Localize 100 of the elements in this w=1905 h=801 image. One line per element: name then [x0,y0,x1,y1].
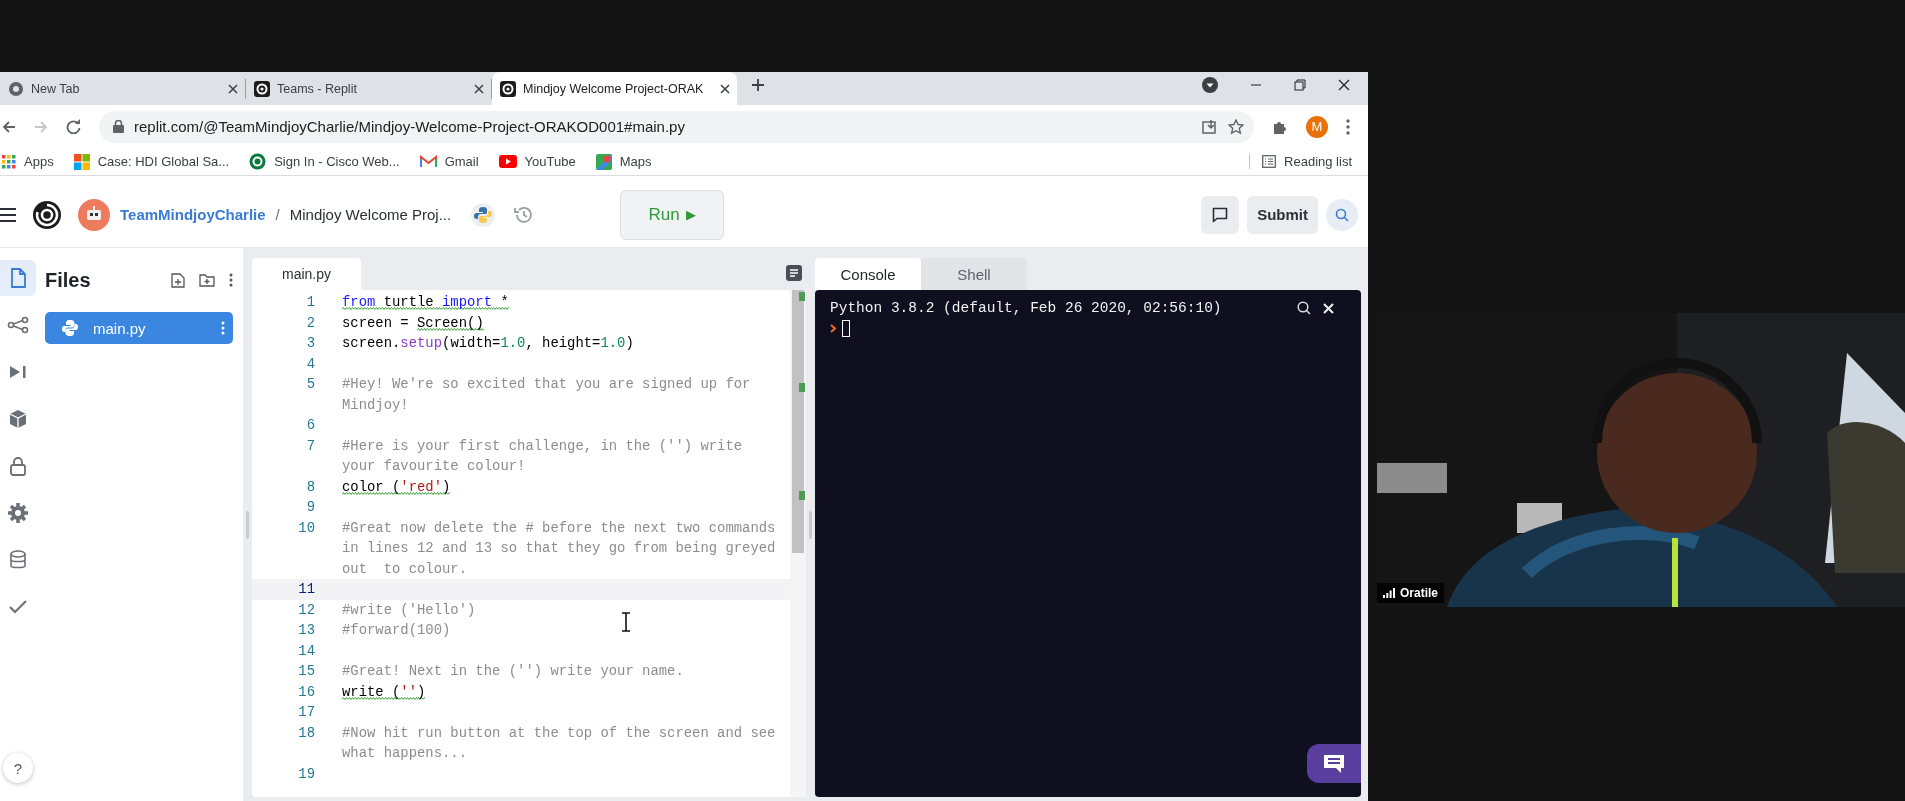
console-output: Python 3.8.2 (default, Feb 26 2020, 02:56:10) [830,300,1223,316]
swirl-icon [254,80,270,97]
chat-icon [1212,206,1229,223]
help-button[interactable]: ? [3,753,33,783]
address-field[interactable]: replit.com/@TeamMindjoyCharlie/Mindjoy-Welcome-Project-ORAKOD001#main.py [99,110,1254,143]
line-number: 2 [305,313,315,333]
line-number: 1 [305,293,315,312]
team-link[interactable]: TeamMindjoyCharlie [120,206,266,223]
logo-swirl-icon[interactable] [32,199,62,230]
close-icon[interactable] [473,82,485,95]
robot-avatar[interactable] [78,198,110,231]
code-line: #write ('Hello') [342,600,476,620]
squares-icon [73,153,90,170]
code-line: #Here is your first challenge, in the ('') write your favourite colour! [342,436,744,476]
code-line: screen = Screen() [342,313,484,333]
database-icon [7,549,29,571]
browser-tab[interactable]: Mindjoy Welcome Project-ORAK [492,72,737,105]
code-line: from turtle import * [342,293,509,312]
console-icon[interactable] [786,265,802,281]
bookmark-link[interactable]: Apps [2,154,54,169]
code-line: #Great! Next in the ('') write your name. [342,662,684,681]
menu-icon[interactable] [0,206,16,223]
code-line: color ('red') [342,477,451,497]
code-line: #forward(100) [342,621,451,640]
code-line: #Great now delete the # before the next two commands in lines 12 and 13 so that they go from being greyed out to colour. [342,518,776,579]
line-number: 13 [297,621,315,640]
close-icon[interactable] [719,82,731,95]
line-number: 17 [297,703,315,722]
close-icon[interactable] [1338,78,1350,91]
list-icon [1262,155,1277,168]
cube-icon [7,408,29,430]
tab-search-icon[interactable] [1202,76,1218,93]
line-number: 11 [297,580,315,599]
add-file-icon[interactable] [171,272,185,288]
restore-icon[interactable] [1294,78,1306,91]
file-tab[interactable]: main.py [252,258,361,290]
language-icon [471,202,496,227]
prompt-icon [830,324,836,333]
search-icon [1335,207,1349,222]
bookmark-link[interactable]: YouTube [498,154,576,169]
scrollbar[interactable] [790,290,806,797]
search-icon[interactable] [1297,301,1311,315]
line-number: 14 [297,641,315,661]
install-icon[interactable] [1202,118,1218,135]
close-icon[interactable] [227,82,239,95]
submit-button[interactable]: Submit [1247,195,1318,234]
participant-name: Oratile [1400,586,1438,600]
nodes-icon [7,314,29,336]
chat-icon [1323,753,1345,774]
reload-icon[interactable] [66,119,81,134]
path-separator: / [275,206,280,223]
line-number: 7 [305,436,315,456]
settings-icon [7,502,29,524]
circle-icon [249,153,267,170]
code-line: #Now hit run button at the top of the screen and see what happens... [342,723,776,763]
text-cursor-icon [621,612,631,632]
line-number: 16 [297,682,315,702]
lock-icon [7,455,29,477]
code-line: #Hey! We're so excited that you are signed up for Mindjoy! [342,375,752,415]
envelope-icon [419,155,437,168]
more-icon[interactable] [229,273,233,287]
browser-tab[interactable]: New Tab [0,72,245,105]
project-name[interactable]: Mindjoy Welcome Proj... [289,206,452,223]
bookmark-link[interactable]: Maps [595,153,652,170]
line-number: 5 [305,375,315,394]
line-number: 12 [297,600,315,620]
line-number: 4 [305,354,315,374]
line-number: 10 [297,518,315,538]
lock-icon [113,120,124,133]
file-item[interactable]: main.py [45,312,233,344]
browser-tab[interactable]: Teams - Replit [246,72,491,105]
play-icon [498,155,517,168]
console-tab[interactable]: Console [815,258,921,290]
grid-icon [2,154,16,169]
map-pin-icon [595,153,612,170]
rail-tab[interactable] [0,260,36,296]
line-number: 3 [305,334,315,353]
star-icon[interactable] [1228,118,1244,135]
bookmark-link[interactable]: Sign In - Cisco Web... [249,153,400,170]
plus-icon[interactable] [751,77,765,92]
line-number: 19 [297,764,315,784]
bookmark-link[interactable]: Case: HDI Global Sa... [73,153,230,170]
chat-button[interactable] [1307,744,1361,783]
code-line: screen.setup(width=1.0, height=1.0) [342,334,634,353]
line-number: 9 [305,498,315,517]
chat-button[interactable] [1201,195,1240,234]
line-number: 8 [305,477,315,497]
line-number: 18 [297,723,315,743]
browser-icon [8,80,24,97]
console-tab[interactable]: Shell [921,258,1027,290]
add-folder-icon[interactable] [199,273,215,287]
back-icon[interactable] [2,119,16,134]
panel-title: Files [45,268,92,292]
more-icon[interactable] [1346,118,1350,135]
bookmark-link[interactable]: Gmail [419,154,479,169]
code-line: write ('') [342,682,426,702]
more-icon[interactable] [221,321,225,335]
file-type-icon [61,319,79,337]
search-button[interactable] [1326,198,1358,231]
line-number: 6 [305,416,315,435]
